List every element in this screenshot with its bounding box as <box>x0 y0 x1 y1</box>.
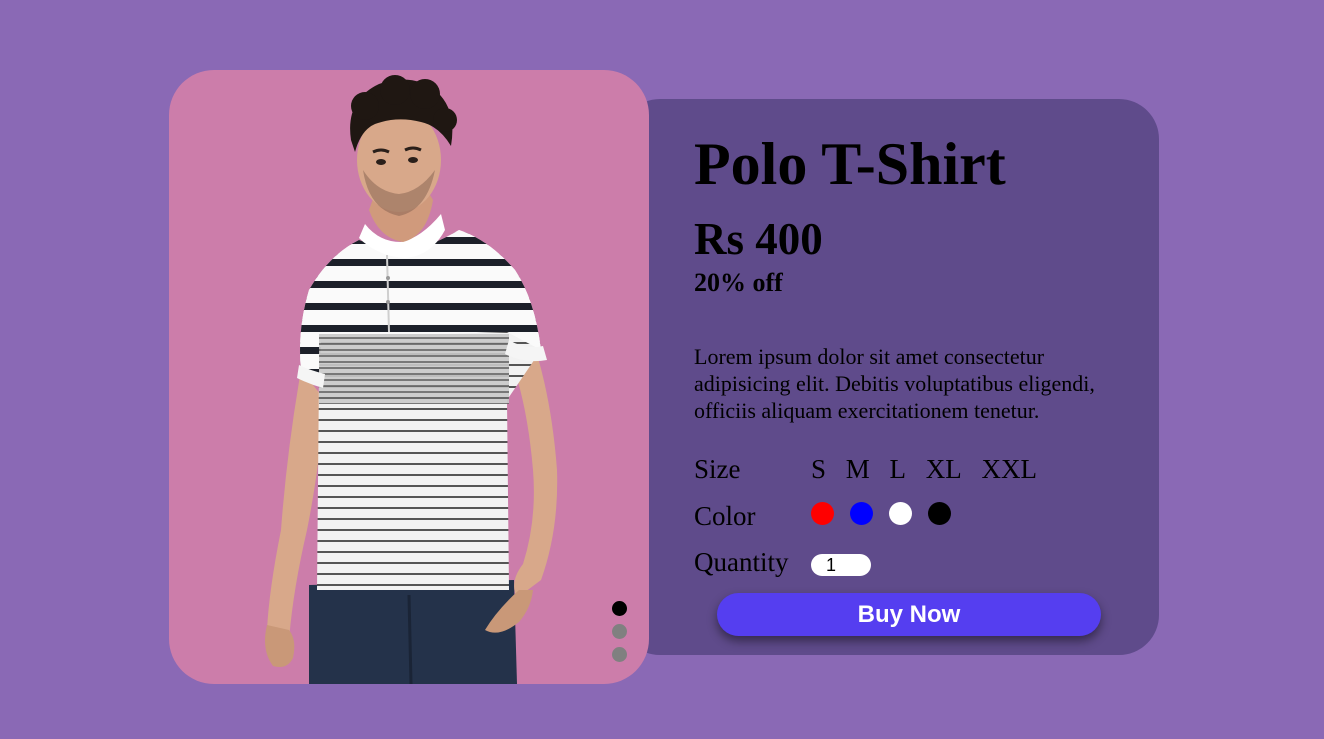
size-option-m[interactable]: M <box>846 453 870 485</box>
size-option-l[interactable]: L <box>890 453 907 485</box>
product-image-card <box>169 70 649 684</box>
quantity-label: Quantity <box>694 547 789 577</box>
slider-dot-2[interactable] <box>612 624 627 639</box>
size-option-s[interactable]: S <box>811 453 826 485</box>
color-swatch-black[interactable] <box>928 502 951 525</box>
discount-label: 20% off <box>694 268 783 297</box>
product-description: Lorem ipsum dolor sit amet consectetur a… <box>694 344 1095 423</box>
color-swatch-blue[interactable] <box>850 502 873 525</box>
color-swatch-white[interactable] <box>889 502 912 525</box>
product-image <box>265 75 558 684</box>
size-option-xxl[interactable]: XXL <box>982 453 1038 485</box>
image-slider-dots <box>612 601 628 670</box>
size-option-xl[interactable]: XL <box>926 453 962 485</box>
color-label: Color <box>694 501 756 531</box>
size-label: Size <box>694 454 741 484</box>
slider-dot-3[interactable] <box>612 647 627 662</box>
color-swatch-red[interactable] <box>811 502 834 525</box>
product-price: Rs 400 <box>694 214 823 264</box>
slider-dot-1[interactable] <box>612 601 627 616</box>
product-title: Polo T-Shirt <box>694 131 1006 197</box>
color-options <box>811 502 967 525</box>
quantity-input[interactable] <box>811 554 871 576</box>
size-options: S M L XL XXL <box>811 453 1050 485</box>
buy-now-button[interactable]: Buy Now <box>717 593 1101 636</box>
